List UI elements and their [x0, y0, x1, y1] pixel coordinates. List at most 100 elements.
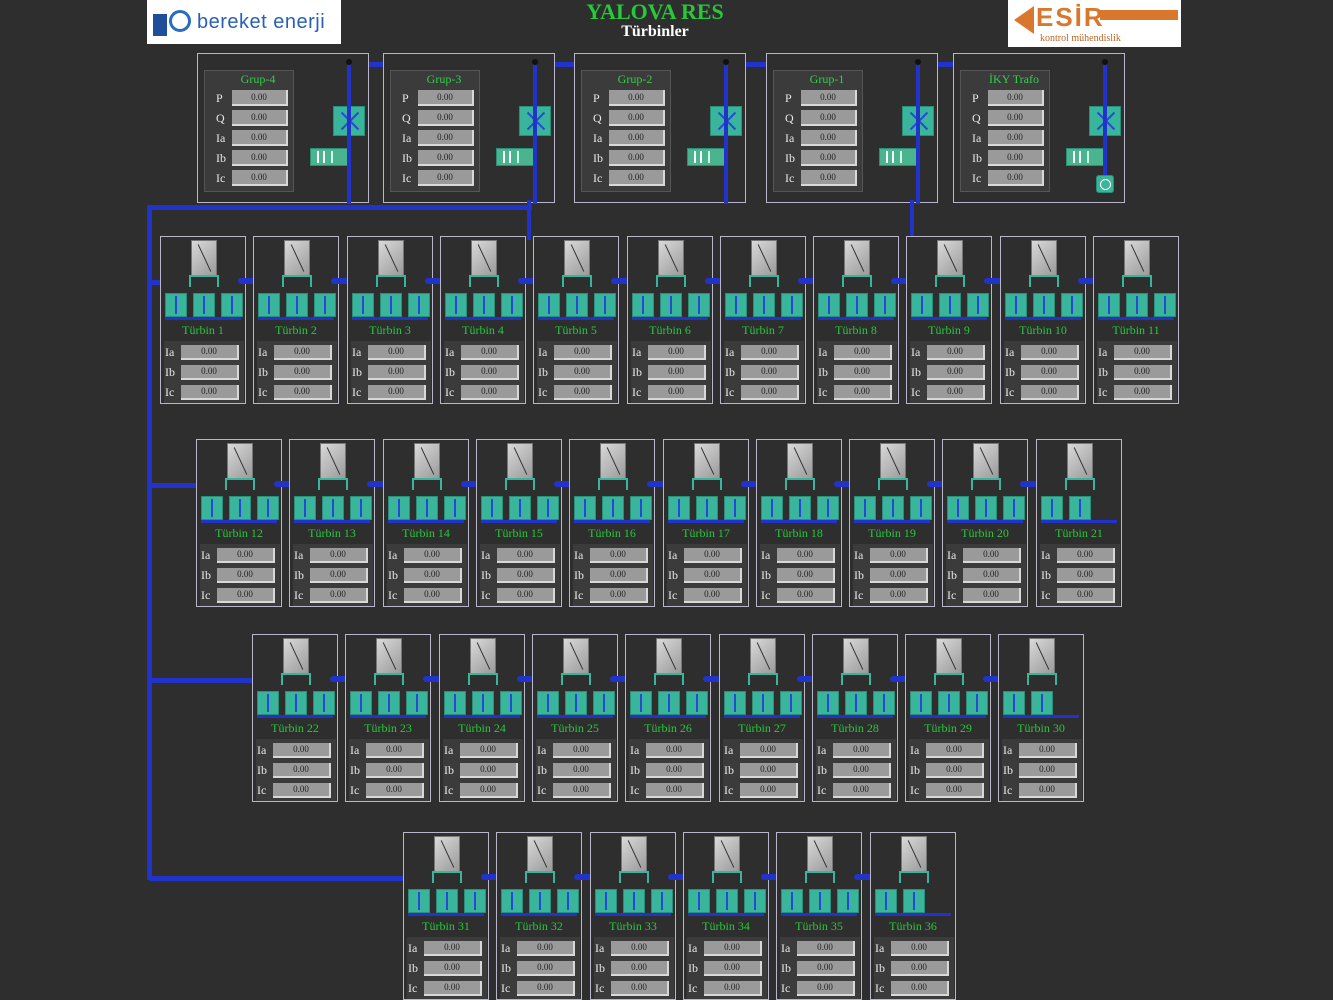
turbine-switchgear-icon[interactable]	[817, 496, 839, 520]
turbine-switchgear-icon[interactable]	[537, 691, 559, 715]
turbine-switchgear-icon[interactable]	[967, 293, 989, 317]
turbine-switchgear-icon[interactable]	[380, 293, 402, 317]
turbine-switchgear-icon[interactable]	[1126, 293, 1148, 317]
turbine-switchgear-icon[interactable]	[716, 889, 738, 913]
turbine-switchgear-icon[interactable]	[444, 496, 466, 520]
turbine-switchgear-icon[interactable]	[947, 496, 969, 520]
turbine-switchgear-icon[interactable]	[501, 889, 523, 913]
turbine-switchgear-icon[interactable]	[408, 293, 430, 317]
turbine-switchgear-icon[interactable]	[481, 496, 503, 520]
turbine-switchgear-icon[interactable]	[724, 691, 746, 715]
turbine-switchgear-icon[interactable]	[257, 691, 279, 715]
turbine-switchgear-icon[interactable]	[873, 691, 895, 715]
turbine-switchgear-icon[interactable]	[725, 293, 747, 317]
turbine-switchgear-icon[interactable]	[744, 889, 766, 913]
turbine-switchgear-icon[interactable]	[845, 691, 867, 715]
turbine-switchgear-icon[interactable]	[294, 496, 316, 520]
turbine-panel-10[interactable]: Türbin 10 Ia 0.00 Ib 0.00 Ic 0.00	[1000, 236, 1086, 404]
turbine-switchgear-icon[interactable]	[1061, 293, 1083, 317]
turbine-switchgear-icon[interactable]	[688, 889, 710, 913]
turbine-switchgear-icon[interactable]	[781, 889, 803, 913]
turbine-switchgear-icon[interactable]	[416, 496, 438, 520]
turbine-panel-11[interactable]: Türbin 11 Ia 0.00 Ib 0.00 Ic 0.00	[1093, 236, 1179, 404]
turbine-panel-33[interactable]: Türbin 33 Ia 0.00 Ib 0.00 Ic 0.00	[590, 832, 676, 1000]
turbine-panel-7[interactable]: Türbin 7 Ia 0.00 Ib 0.00 Ic 0.00	[720, 236, 806, 404]
turbine-panel-22[interactable]: Türbin 22 Ia 0.00 Ib 0.00 Ic 0.00	[252, 634, 338, 802]
turbine-panel-21[interactable]: Türbin 21 Ia 0.00 Ib 0.00 Ic 0.00	[1036, 439, 1122, 607]
turbine-switchgear-icon[interactable]	[593, 691, 615, 715]
turbine-switchgear-icon[interactable]	[761, 496, 783, 520]
turbine-switchgear-icon[interactable]	[688, 293, 710, 317]
turbine-switchgear-icon[interactable]	[501, 293, 523, 317]
turbine-panel-26[interactable]: Türbin 26 Ia 0.00 Ib 0.00 Ic 0.00	[625, 634, 711, 802]
turbine-switchgear-icon[interactable]	[818, 293, 840, 317]
turbine-switchgear-icon[interactable]	[378, 691, 400, 715]
turbine-panel-1[interactable]: Türbin 1 Ia 0.00 Ib 0.00 Ic 0.00	[160, 236, 246, 404]
turbine-switchgear-icon[interactable]	[1098, 293, 1120, 317]
turbine-switchgear-icon[interactable]	[966, 691, 988, 715]
turbine-switchgear-icon[interactable]	[286, 293, 308, 317]
turbine-panel-23[interactable]: Türbin 23 Ia 0.00 Ib 0.00 Ic 0.00	[345, 634, 431, 802]
turbine-panel-31[interactable]: Türbin 31 Ia 0.00 Ib 0.00 Ic 0.00	[403, 832, 489, 1000]
turbine-switchgear-icon[interactable]	[388, 496, 410, 520]
turbine-switchgear-icon[interactable]	[229, 496, 251, 520]
turbine-panel-34[interactable]: Türbin 34 Ia 0.00 Ib 0.00 Ic 0.00	[683, 832, 769, 1000]
turbine-switchgear-icon[interactable]	[1003, 691, 1025, 715]
turbine-switchgear-icon[interactable]	[594, 293, 616, 317]
turbine-panel-19[interactable]: Türbin 19 Ia 0.00 Ib 0.00 Ic 0.00	[849, 439, 935, 607]
turbine-switchgear-icon[interactable]	[882, 496, 904, 520]
turbine-panel-2[interactable]: Türbin 2 Ia 0.00 Ib 0.00 Ic 0.00	[253, 236, 339, 404]
turbine-switchgear-icon[interactable]	[724, 496, 746, 520]
turbine-panel-13[interactable]: Türbin 13 Ia 0.00 Ib 0.00 Ic 0.00	[289, 439, 375, 607]
disconnector-switch-icon[interactable]	[310, 148, 348, 166]
turbine-switchgear-icon[interactable]	[781, 293, 803, 317]
turbine-panel-4[interactable]: Türbin 4 Ia 0.00 Ib 0.00 Ic 0.00	[440, 236, 526, 404]
turbine-switchgear-icon[interactable]	[473, 293, 495, 317]
turbine-switchgear-icon[interactable]	[436, 889, 458, 913]
disconnector-switch-icon[interactable]	[687, 148, 725, 166]
turbine-switchgear-icon[interactable]	[285, 691, 307, 715]
turbine-switchgear-icon[interactable]	[623, 889, 645, 913]
turbine-switchgear-icon[interactable]	[258, 293, 280, 317]
turbine-switchgear-icon[interactable]	[875, 889, 897, 913]
turbine-switchgear-icon[interactable]	[1005, 293, 1027, 317]
turbine-switchgear-icon[interactable]	[753, 293, 775, 317]
turbine-panel-5[interactable]: Türbin 5 Ia 0.00 Ib 0.00 Ic 0.00	[533, 236, 619, 404]
turbine-switchgear-icon[interactable]	[817, 691, 839, 715]
turbine-panel-32[interactable]: Türbin 32 Ia 0.00 Ib 0.00 Ic 0.00	[496, 832, 582, 1000]
turbine-switchgear-icon[interactable]	[1069, 496, 1091, 520]
turbine-switchgear-icon[interactable]	[406, 691, 428, 715]
turbine-switchgear-icon[interactable]	[938, 691, 960, 715]
turbine-switchgear-icon[interactable]	[529, 889, 551, 913]
turbine-panel-28[interactable]: Türbin 28 Ia 0.00 Ib 0.00 Ic 0.00	[812, 634, 898, 802]
turbine-switchgear-icon[interactable]	[1031, 691, 1053, 715]
turbine-switchgear-icon[interactable]	[574, 496, 596, 520]
turbine-switchgear-icon[interactable]	[874, 293, 896, 317]
turbine-switchgear-icon[interactable]	[752, 691, 774, 715]
turbine-switchgear-icon[interactable]	[444, 691, 466, 715]
turbine-switchgear-icon[interactable]	[313, 691, 335, 715]
turbine-switchgear-icon[interactable]	[975, 496, 997, 520]
turbine-switchgear-icon[interactable]	[566, 293, 588, 317]
turbine-switchgear-icon[interactable]	[837, 889, 859, 913]
turbine-panel-14[interactable]: Türbin 14 Ia 0.00 Ib 0.00 Ic 0.00	[383, 439, 469, 607]
turbine-panel-35[interactable]: Türbin 35 Ia 0.00 Ib 0.00 Ic 0.00	[776, 832, 862, 1000]
turbine-panel-24[interactable]: Türbin 24 Ia 0.00 Ib 0.00 Ic 0.00	[439, 634, 525, 802]
turbine-switchgear-icon[interactable]	[910, 691, 932, 715]
turbine-switchgear-icon[interactable]	[464, 889, 486, 913]
turbine-switchgear-icon[interactable]	[257, 496, 279, 520]
turbine-panel-16[interactable]: Türbin 16 Ia 0.00 Ib 0.00 Ic 0.00	[569, 439, 655, 607]
turbine-switchgear-icon[interactable]	[538, 293, 560, 317]
turbine-panel-36[interactable]: Türbin 36 Ia 0.00 Ib 0.00 Ic 0.00	[870, 832, 956, 1000]
turbine-panel-12[interactable]: Türbin 12 Ia 0.00 Ib 0.00 Ic 0.00	[196, 439, 282, 607]
turbine-switchgear-icon[interactable]	[911, 293, 933, 317]
turbine-switchgear-icon[interactable]	[1154, 293, 1176, 317]
turbine-switchgear-icon[interactable]	[350, 691, 372, 715]
turbine-switchgear-icon[interactable]	[595, 889, 617, 913]
turbine-switchgear-icon[interactable]	[910, 496, 932, 520]
disconnector-switch-icon[interactable]	[496, 148, 534, 166]
turbine-switchgear-icon[interactable]	[221, 293, 243, 317]
turbine-switchgear-icon[interactable]	[537, 496, 559, 520]
turbine-switchgear-icon[interactable]	[651, 889, 673, 913]
turbine-switchgear-icon[interactable]	[193, 293, 215, 317]
